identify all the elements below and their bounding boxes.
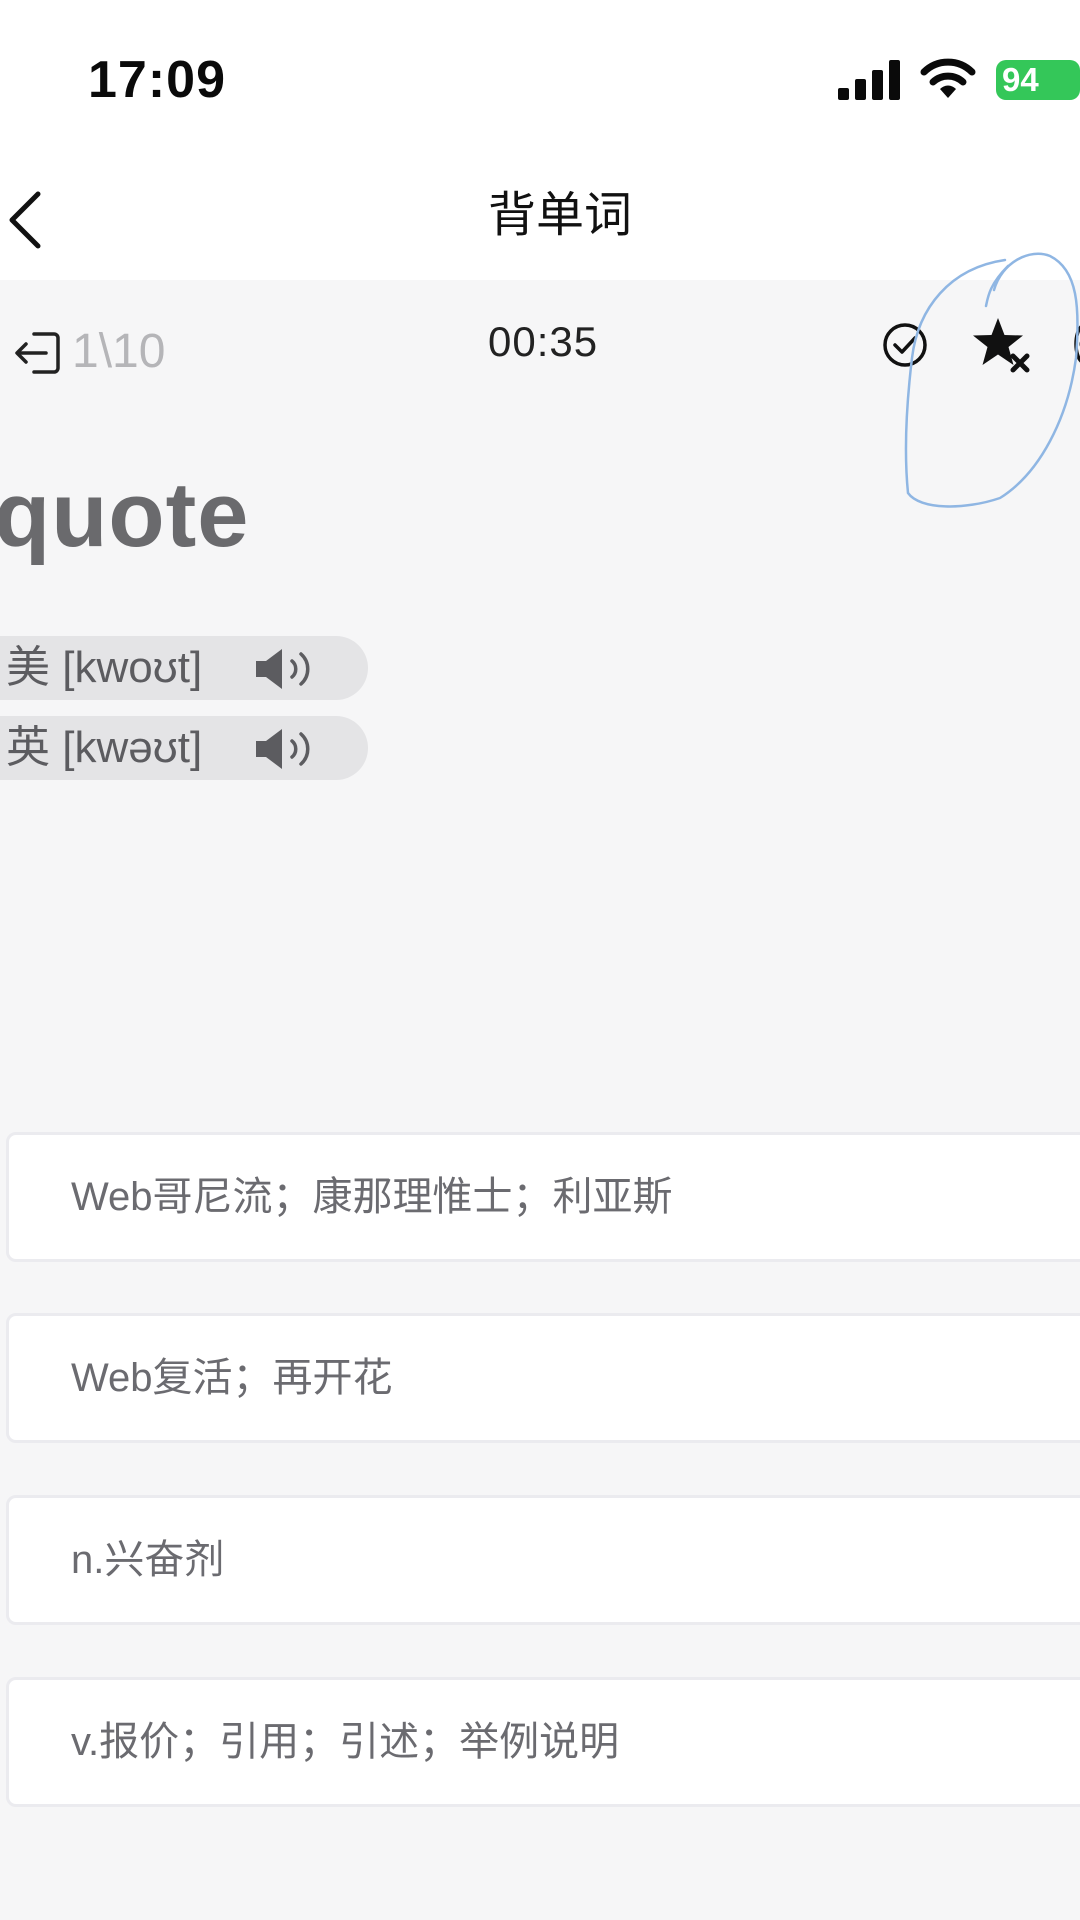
exit-icon[interactable]: [14, 328, 64, 378]
answer-option[interactable]: n.兴奋剂: [6, 1495, 1080, 1625]
status-bar: 17:09 94: [0, 0, 1080, 160]
status-time: 17:09: [88, 51, 226, 109]
answer-option[interactable]: Web复活；再开花: [6, 1313, 1080, 1443]
pronunciation-us-button[interactable]: 美 [kwoʊt]: [0, 636, 368, 700]
settings-icon[interactable]: [1068, 322, 1080, 366]
page-title: 背单词: [487, 189, 632, 242]
pronunciation-uk-region: 英: [6, 723, 50, 772]
wifi-icon: [920, 58, 976, 98]
star-remove-icon[interactable]: [972, 316, 1032, 374]
vocabulary-word: quote: [0, 464, 250, 566]
pronunciation-us-text: 美 [kwoʊt]: [6, 636, 202, 700]
battery-icon: 94: [996, 60, 1080, 100]
cellular-signal-icon: [838, 60, 900, 100]
battery-level: 94: [1002, 61, 1039, 98]
pronunciation-uk-ipa: [kwəʊt]: [62, 723, 203, 772]
pen-annotation: [904, 252, 1079, 508]
answer-option[interactable]: Web哥尼流；康那理惟士；利亚斯: [6, 1132, 1080, 1262]
speaker-icon: [256, 729, 310, 769]
timer: 00:35: [488, 318, 599, 365]
screen: 17:09 94 背单词 1\10 00:35 quote 美 [kwoʊt] …: [0, 0, 1080, 1920]
pronunciation-uk-button[interactable]: 英 [kwəʊt]: [0, 716, 368, 780]
speaker-icon: [256, 649, 310, 689]
progress-count: 1\10: [72, 325, 166, 378]
pronunciation-us-ipa: [kwoʊt]: [62, 643, 203, 692]
pronunciation-us-region: 美: [6, 643, 50, 692]
check-circle-icon[interactable]: [882, 322, 928, 368]
answer-option-text: Web复活；再开花: [71, 1356, 393, 1400]
answer-option-text: n.兴奋剂: [71, 1538, 225, 1582]
pronunciation-uk-text: 英 [kwəʊt]: [6, 716, 202, 780]
nav-bar: 背单词: [0, 160, 1080, 280]
answer-option-text: v.报价；引用；引述；举例说明: [71, 1720, 620, 1764]
answer-option-text: Web哥尼流；康那理惟士；利亚斯: [71, 1175, 673, 1219]
answer-option[interactable]: v.报价；引用；引述；举例说明: [6, 1677, 1080, 1807]
